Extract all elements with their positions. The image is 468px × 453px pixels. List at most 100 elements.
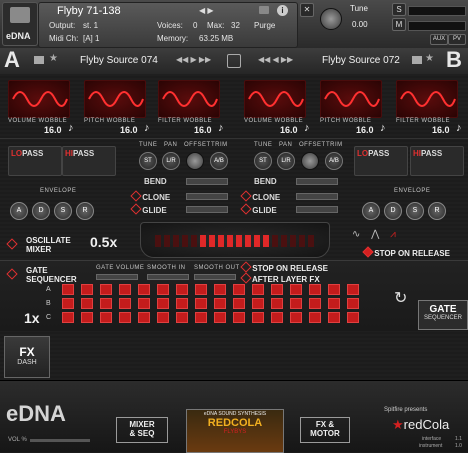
bend-slider-b[interactable] <box>296 178 338 185</box>
hipass-filter-b[interactable]: HIPASS <box>410 146 464 176</box>
offset-knob-a[interactable] <box>186 152 204 170</box>
sequencer-step[interactable] <box>233 298 245 309</box>
sequencer-step[interactable] <box>195 312 207 323</box>
wobble-display[interactable] <box>244 80 306 118</box>
wobble-display[interactable] <box>8 80 70 118</box>
clone-slider-a[interactable] <box>186 193 228 200</box>
sequencer-step[interactable] <box>138 312 150 323</box>
source-b-name[interactable]: Flyby Source 072 <box>322 55 400 66</box>
wobble-value[interactable]: 16.0 <box>280 125 298 135</box>
sequencer-step[interactable] <box>100 312 112 323</box>
glide-option-b[interactable]: GLIDE <box>240 203 277 215</box>
mixer-seq-button[interactable]: MIXER & SEQ <box>116 417 168 443</box>
envelope-s-button[interactable]: S <box>54 202 72 220</box>
sequencer-step[interactable] <box>157 284 169 295</box>
sequencer-step[interactable] <box>119 312 131 323</box>
st-button-b[interactable]: ST <box>254 152 272 170</box>
ab-button-b[interactable]: A/B <box>325 152 343 170</box>
envelope-s-button[interactable]: S <box>406 202 424 220</box>
sequencer-step[interactable] <box>157 298 169 309</box>
reset-icon[interactable]: ↻ <box>394 288 407 308</box>
instrument-name[interactable]: Flyby 71-138 <box>57 5 121 17</box>
star-icon[interactable]: ★ <box>49 53 58 64</box>
sequencer-step[interactable] <box>100 298 112 309</box>
camera-icon[interactable] <box>259 6 269 14</box>
sequencer-step[interactable] <box>252 284 264 295</box>
sequencer-step[interactable] <box>81 298 93 309</box>
folder-icon[interactable] <box>412 56 422 64</box>
stop-on-release-osc[interactable]: STOP ON RELEASE <box>362 246 450 258</box>
tune-value[interactable]: 0.00 <box>352 20 368 29</box>
smooth-in-label[interactable]: SMOOTH IN <box>147 265 186 271</box>
wobble-value[interactable]: 16.0 <box>44 125 62 135</box>
smooth-out-label[interactable]: SMOOTH OUT <box>194 265 240 271</box>
oscillate-speed[interactable]: 0.5x <box>90 234 117 250</box>
output-value[interactable]: st. 1 <box>83 21 98 30</box>
source-a-arrows[interactable]: ◀◀ ▶ ▶▶ <box>176 55 211 64</box>
prev-instrument-button[interactable]: ◀ ▶ <box>199 6 214 15</box>
lr-button-b[interactable]: L/R <box>277 152 295 170</box>
sequencer-step[interactable] <box>62 298 74 309</box>
note-icon[interactable]: ♪ <box>144 122 150 134</box>
sequencer-step[interactable] <box>347 312 359 323</box>
sequencer-step[interactable] <box>347 284 359 295</box>
note-icon[interactable]: ♪ <box>456 122 462 134</box>
note-icon[interactable]: ♪ <box>380 122 386 134</box>
sequencer-step[interactable] <box>81 312 93 323</box>
bend-slider-a[interactable] <box>186 178 228 185</box>
close-button[interactable]: ✕ <box>300 3 314 17</box>
after-layer-fx[interactable]: AFTER LAYER FX <box>240 272 320 284</box>
solo-button[interactable]: S <box>392 3 406 16</box>
wobble-value[interactable]: 16.0 <box>120 125 138 135</box>
source-a-name[interactable]: Flyby Source 074 <box>80 55 158 66</box>
glide-option-a[interactable]: GLIDE <box>130 203 167 215</box>
sequencer-step[interactable] <box>157 312 169 323</box>
sequencer-step[interactable] <box>62 312 74 323</box>
wobble-value[interactable]: 16.0 <box>432 125 450 135</box>
wobble-display[interactable] <box>320 80 382 118</box>
sequencer-step[interactable] <box>233 284 245 295</box>
note-icon[interactable]: ♪ <box>68 122 74 134</box>
wobble-value[interactable]: 16.0 <box>356 125 374 135</box>
sequencer-step[interactable] <box>271 312 283 323</box>
folder-icon[interactable] <box>34 56 44 64</box>
gate-volume-slider[interactable] <box>96 274 138 280</box>
sequencer-step[interactable] <box>309 284 321 295</box>
sequencer-step[interactable] <box>176 298 188 309</box>
aux-button[interactable]: AUX <box>430 34 448 45</box>
sequencer-step[interactable] <box>347 298 359 309</box>
glide-slider-b[interactable] <box>296 206 338 213</box>
sequencer-step[interactable] <box>138 298 150 309</box>
wobble-display[interactable] <box>158 80 220 118</box>
ab-button-a[interactable]: A/B <box>210 152 228 170</box>
hipass-filter-a[interactable]: HIPASS <box>62 146 116 176</box>
sequencer-step[interactable] <box>290 312 302 323</box>
sequencer-step[interactable] <box>252 312 264 323</box>
clone-option-b[interactable]: CLONE <box>240 190 280 202</box>
envelope-r-button[interactable]: R <box>76 202 94 220</box>
sequencer-step[interactable] <box>100 284 112 295</box>
wobble-value[interactable]: 16.0 <box>194 125 212 135</box>
glide-slider-a[interactable] <box>186 206 228 213</box>
smooth-in-slider[interactable] <box>147 274 189 280</box>
sequencer-step[interactable] <box>271 284 283 295</box>
sequencer-step[interactable] <box>309 298 321 309</box>
sequencer-step[interactable] <box>290 284 302 295</box>
offset-knob-b[interactable] <box>301 152 319 170</box>
envelope-a-button[interactable]: A <box>362 202 380 220</box>
wobble-display[interactable] <box>84 80 146 118</box>
midi-value[interactable]: [A] 1 <box>83 34 99 43</box>
sequencer-step[interactable] <box>328 298 340 309</box>
wobble-display[interactable] <box>396 80 458 118</box>
lopass-filter-b[interactable]: LOPASS <box>354 146 408 176</box>
fx-dash-button[interactable]: FX DASH <box>4 336 50 378</box>
sequencer-step[interactable] <box>119 284 131 295</box>
sequencer-step[interactable] <box>290 298 302 309</box>
sequencer-step[interactable] <box>138 284 150 295</box>
smooth-out-slider[interactable] <box>194 274 236 280</box>
envelope-a-button[interactable]: A <box>10 202 28 220</box>
lr-button-a[interactable]: L/R <box>162 152 180 170</box>
pv-button[interactable]: PV <box>448 34 466 45</box>
gate-volume-label[interactable]: GATE VOLUME <box>96 265 144 271</box>
max-value[interactable]: 32 <box>231 21 240 30</box>
